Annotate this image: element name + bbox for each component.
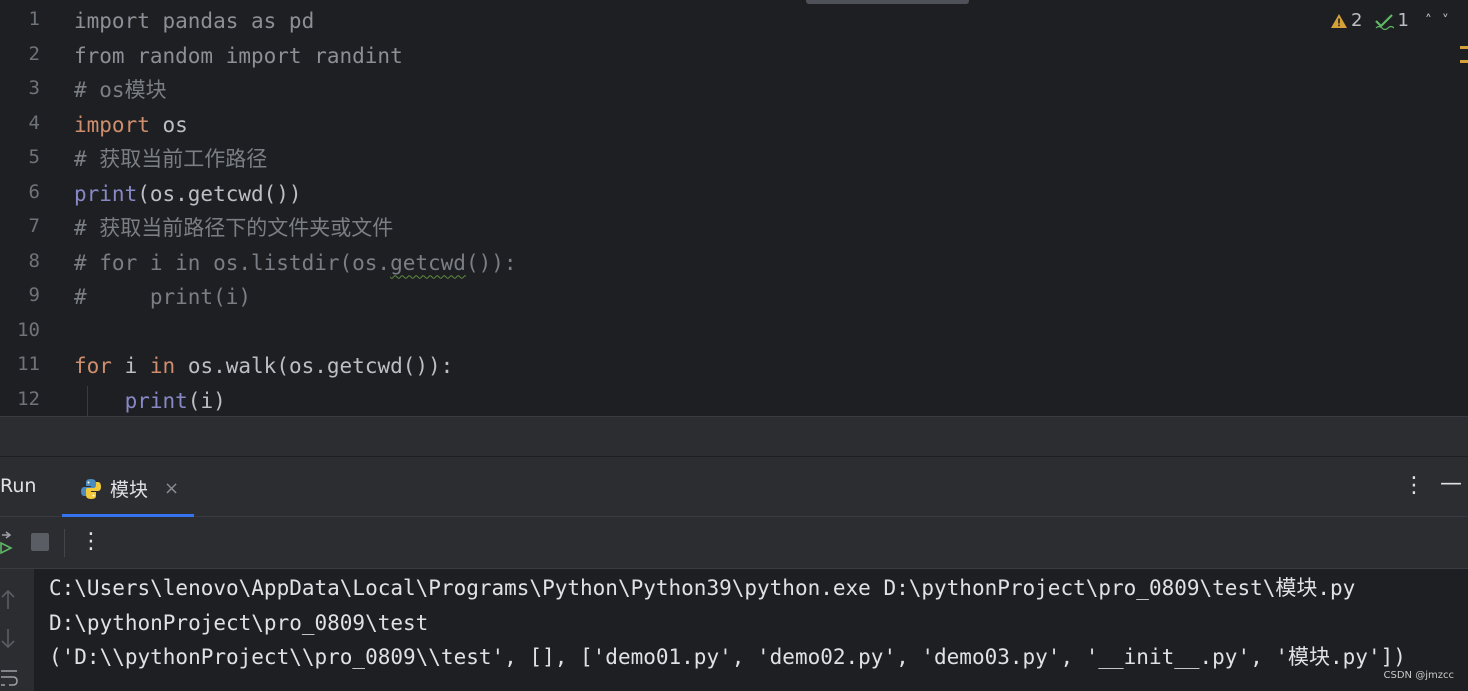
close-icon[interactable]: × [164, 478, 179, 499]
code-line[interactable]: print(os.getcwd()) [74, 179, 302, 209]
code-token: os.walk(os.getcwd()): [175, 354, 454, 378]
code-line[interactable]: # os模块 [74, 75, 167, 105]
run-panel-title: Run [0, 475, 37, 497]
inspection-widget[interactable]: 2 1 ˄ ˅ [1330, 10, 1449, 31]
weak-warnings-count: 1 [1397, 10, 1409, 31]
code-line[interactable]: import pandas as pd [74, 6, 314, 36]
line-number: 4 [28, 111, 40, 134]
run-tool-window-header: Run 模块 × ⋮ — [0, 457, 1468, 517]
watermark: CSDN @jmzcc [1383, 670, 1454, 681]
code-token: # print(i) [74, 285, 252, 309]
warning-marker[interactable] [1460, 46, 1468, 49]
code-line[interactable]: # for i in os.listdir(os.getcwd()): [74, 248, 517, 278]
code-token: from random import randint [74, 43, 403, 68]
weak-warnings-indicator[interactable]: 1 [1374, 10, 1409, 31]
line-number: 10 [17, 318, 40, 341]
line-number: 3 [28, 77, 40, 99]
code-editor[interactable]: 1 2 3 4 5 6 7 8 9 10 11 12 import pandas as pd from … [0, 0, 1468, 420]
code-token: print [74, 181, 138, 206]
code-token: ()): [465, 250, 517, 275]
line-number: 1 [28, 8, 40, 30]
console-side-toolbar [0, 569, 34, 691]
code-token: in [149, 354, 176, 378]
code-token: print [124, 388, 188, 413]
rerun-icon[interactable] [0, 531, 16, 555]
line-number: 6 [28, 180, 40, 203]
line-number: 7 [28, 215, 40, 237]
console-line: ('D:\\pythonProject\\pro_0809\\test', []… [49, 645, 1406, 669]
python-icon [81, 478, 101, 499]
line-number: 8 [28, 249, 40, 272]
more-options-icon[interactable]: ⋮ [80, 529, 102, 554]
warnings-count: 2 [1351, 10, 1363, 31]
code-token: os [149, 112, 188, 137]
code-line[interactable]: for i in os.walk(os.getcwd()): [74, 351, 453, 381]
editor-horizontal-scroll-thumb[interactable] [806, 0, 969, 4]
code-line[interactable]: # 获取当前路径下的文件夹或文件 [74, 213, 393, 243]
line-number: 2 [28, 42, 40, 65]
arrow-down-icon[interactable] [0, 627, 16, 649]
tab-label: 模块 [110, 479, 149, 501]
code-token: for [74, 354, 112, 378]
more-options-icon[interactable]: ⋮ [1403, 473, 1425, 498]
code-line[interactable]: from random import randint [74, 41, 403, 71]
minimize-icon[interactable]: — [1440, 471, 1462, 496]
warnings-indicator[interactable]: 2 [1330, 10, 1362, 31]
code-token: # 获取当前工作路径 [74, 147, 268, 171]
code-line[interactable]: import os [74, 110, 188, 140]
chevron-down-icon[interactable]: ˅ [1442, 13, 1449, 29]
soft-wrap-icon[interactable] [0, 667, 18, 689]
code-token: (os.getcwd()) [137, 181, 302, 206]
line-number: 5 [28, 146, 40, 168]
stop-icon[interactable] [31, 533, 49, 551]
warning-icon [1331, 13, 1347, 28]
run-toolbar: ⋮ [0, 517, 1468, 569]
console-line: D:\pythonProject\pro_0809\test [49, 610, 429, 635]
code-token: (i) [187, 388, 226, 413]
line-number: 11 [17, 353, 40, 375]
code-line[interactable]: # 获取当前工作路径 [74, 144, 267, 174]
code-token: # 获取当前路径下的文件夹或文件 [74, 216, 394, 240]
code-token: import [74, 112, 150, 137]
code-token: # for i in os.listdir(os. [74, 250, 391, 275]
editor-footer [0, 416, 1468, 456]
code-line[interactable]: print(i) [74, 386, 226, 416]
console-output[interactable]: C:\Users\lenovo\AppData\Local\Programs\P… [0, 569, 1468, 691]
code-token: import pandas as pd [74, 9, 315, 33]
console-line: C:\Users\lenovo\AppData\Local\Programs\P… [49, 576, 1356, 600]
line-number: 12 [17, 387, 40, 410]
line-number-gutter: 1 2 3 4 5 6 7 8 9 10 11 12 [0, 0, 62, 420]
chevron-up-icon[interactable]: ˄ [1425, 13, 1432, 29]
arrow-up-icon[interactable] [0, 589, 16, 611]
line-number: 9 [28, 284, 40, 306]
code-line[interactable]: # print(i) [74, 282, 251, 312]
check-icon [1375, 13, 1395, 30]
warning-marker[interactable] [1460, 60, 1468, 63]
code-token: i [111, 354, 150, 378]
code-token: getcwd [390, 250, 466, 275]
toolbar-separator [64, 529, 65, 557]
indent-guide [87, 386, 88, 416]
tab-run-configuration[interactable]: 模块 × [62, 457, 194, 517]
code-token: # os模块 [74, 78, 167, 102]
